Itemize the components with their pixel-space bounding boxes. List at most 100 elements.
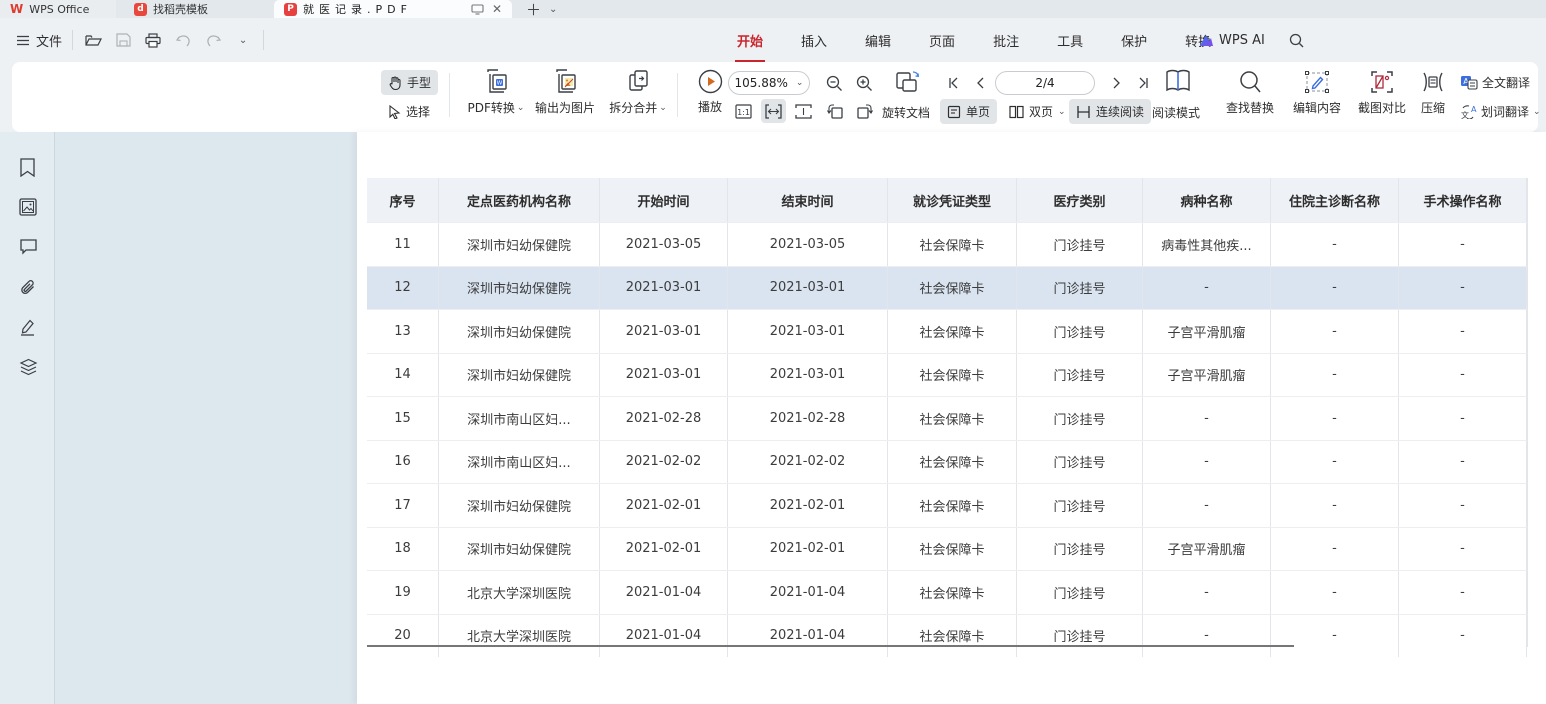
edit-content-icon (1304, 69, 1330, 95)
table-row[interactable]: 17深圳市妇幼保健院2021-02-012021-02-01社会保障卡门诊挂号-… (367, 483, 1527, 527)
double-page-button[interactable]: 双页 ⌄ (1002, 99, 1073, 124)
zoom-level-select[interactable]: 105.88% ⌄ (728, 71, 810, 95)
cursor-icon (388, 105, 401, 119)
fit-page-button[interactable] (791, 99, 816, 123)
column-header: 结束时间 (728, 178, 888, 222)
last-page-button[interactable] (1131, 71, 1156, 95)
read-mode-button[interactable]: 阅读模式 (1152, 104, 1200, 121)
table-cell: 2021-02-28 (728, 397, 888, 440)
find-replace-button[interactable]: 查找替换 (1220, 69, 1280, 116)
table-row[interactable]: 12深圳市妇幼保健院2021-03-012021-03-01社会保障卡门诊挂号-… (367, 266, 1527, 310)
table-cell: 2021-03-01 (728, 310, 888, 353)
table-cell: 门诊挂号 (1017, 441, 1143, 484)
save-button[interactable] (113, 30, 133, 50)
menu-protect[interactable]: 保护 (1119, 31, 1149, 50)
menu-bar: 文件 ⌄ 开始 插入 编辑 页面 批注 工具 保护 转换 (0, 18, 1546, 62)
hand-icon (388, 76, 402, 90)
menu-home[interactable]: 开始 (735, 31, 765, 50)
full-translate-button[interactable]: A 全文翻译 (1460, 74, 1530, 91)
play-button[interactable]: 播放 (684, 69, 736, 115)
first-page-button[interactable] (940, 71, 965, 95)
menu-page[interactable]: 页面 (927, 31, 957, 50)
table-cell: 深圳市南山区妇... (439, 441, 600, 484)
new-tab-icon[interactable]: ＋ (526, 0, 541, 20)
column-header: 序号 (367, 178, 439, 222)
table-cell: 社会保障卡 (888, 267, 1017, 310)
open-file-button[interactable] (83, 30, 103, 50)
actual-size-button[interactable]: 1:1 (731, 99, 756, 123)
table-cell: 深圳市妇幼保健院 (439, 223, 600, 266)
tab-list-chevron-icon[interactable]: ⌄ (549, 4, 557, 15)
table-row[interactable]: 19北京大学深圳医院2021-01-042021-01-04社会保障卡门诊挂号-… (367, 570, 1527, 614)
table-cell: 2021-02-02 (600, 441, 728, 484)
table-row[interactable]: 14深圳市妇幼保健院2021-03-012021-03-01社会保障卡门诊挂号子… (367, 353, 1527, 397)
column-header: 定点医药机构名称 (439, 178, 600, 222)
hand-tool-button[interactable]: 手型 (381, 70, 438, 95)
tab-document-active[interactable]: P 就医记录.PDF ✕ (274, 0, 512, 18)
split-merge-icon (626, 69, 650, 95)
zoom-in-button[interactable] (852, 71, 877, 95)
table-row[interactable]: 13深圳市妇幼保健院2021-03-012021-03-01社会保障卡门诊挂号子… (367, 309, 1527, 353)
continuous-read-button[interactable]: 连续阅读 (1069, 99, 1151, 124)
table-cell: 2021-01-04 (728, 615, 888, 658)
menu-edit[interactable]: 编辑 (863, 31, 893, 50)
menu-insert[interactable]: 插入 (799, 31, 829, 50)
redo-button[interactable] (203, 30, 223, 50)
edit-content-button[interactable]: 编辑内容 (1287, 69, 1347, 116)
column-header: 医疗类别 (1017, 178, 1143, 222)
single-page-button[interactable]: 单页 (940, 99, 997, 124)
compress-button[interactable]: 压缩 (1410, 69, 1456, 116)
attachment-panel-icon[interactable] (19, 278, 37, 296)
table-row[interactable]: 20北京大学深圳医院2021-01-042021-01-04社会保障卡门诊挂号-… (367, 614, 1527, 658)
table-cell: - (1143, 571, 1271, 614)
table-row[interactable]: 18深圳市妇幼保健院2021-02-012021-02-01社会保障卡门诊挂号子… (367, 527, 1527, 571)
table-cell: 社会保障卡 (888, 615, 1017, 658)
divider (677, 73, 678, 117)
close-tab-icon[interactable]: ✕ (492, 3, 502, 15)
table-cell: 18 (367, 528, 439, 571)
bookmark-icon[interactable] (19, 158, 37, 176)
pdf-convert-button[interactable]: W PDF转换⌄ (458, 69, 534, 116)
print-button[interactable] (143, 30, 163, 50)
signature-panel-icon[interactable] (19, 318, 37, 336)
comments-panel-icon[interactable] (19, 238, 37, 256)
screenshot-compare-button[interactable]: 截图对比 (1352, 69, 1412, 116)
tab-wps-office[interactable]: W WPS Office (0, 0, 116, 18)
rotate-document-button[interactable]: 旋转文档 (882, 104, 930, 121)
rotate-document-icon[interactable] (894, 70, 922, 96)
tab-docer-templates[interactable]: d 找稻壳模板 (124, 0, 262, 18)
layers-panel-icon[interactable] (19, 358, 37, 376)
page-number-input[interactable]: 2/4 (995, 71, 1095, 95)
more-actions-chevron-icon[interactable]: ⌄ (233, 30, 253, 50)
read-mode-icon[interactable] (1164, 68, 1192, 94)
wps-ai-button[interactable]: WPS AI (1198, 33, 1265, 48)
table-cell: 2021-03-01 (728, 354, 888, 397)
undo-button[interactable] (173, 30, 193, 50)
window-tab-bar: W WPS Office d 找稻壳模板 P 就医记录.PDF ✕ ＋ ⌄ (0, 0, 1546, 18)
fit-width-button[interactable] (761, 99, 786, 123)
table-row[interactable]: 16深圳市南山区妇...2021-02-022021-02-02社会保障卡门诊挂… (367, 440, 1527, 484)
word-translate-button[interactable]: A文 划词翻译 ⌄ (1460, 103, 1541, 120)
table-cell: - (1399, 397, 1527, 440)
search-icon[interactable] (1287, 30, 1307, 50)
menu-comment[interactable]: 批注 (991, 31, 1021, 50)
pdf-page[interactable]: 序号定点医药机构名称开始时间结束时间就诊凭证类型医疗类别病种名称住院主诊断名称手… (357, 132, 1546, 704)
split-merge-button[interactable]: 拆分合并⌄ (602, 69, 674, 116)
table-header-row: 序号定点医药机构名称开始时间结束时间就诊凭证类型医疗类别病种名称住院主诊断名称手… (367, 178, 1527, 222)
rotate-right-button[interactable] (852, 99, 877, 123)
thumbnail-panel-icon[interactable] (19, 198, 37, 216)
next-page-button[interactable] (1104, 71, 1129, 95)
select-tool-button[interactable]: 选择 (381, 99, 437, 124)
table-cell: 门诊挂号 (1017, 528, 1143, 571)
file-menu-button[interactable]: 文件 (16, 31, 62, 50)
rotate-left-button[interactable] (822, 99, 847, 123)
table-row[interactable]: 11深圳市妇幼保健院2021-03-052021-03-05社会保障卡门诊挂号病… (367, 222, 1527, 266)
export-image-button[interactable]: 输出为图片 (530, 69, 600, 116)
menu-tools[interactable]: 工具 (1055, 31, 1085, 50)
present-to-screen-icon[interactable] (471, 4, 484, 15)
previous-page-button[interactable] (967, 71, 992, 95)
table-cell: - (1271, 571, 1399, 614)
table-cell: - (1271, 223, 1399, 266)
zoom-out-button[interactable] (822, 71, 847, 95)
table-row[interactable]: 15深圳市南山区妇...2021-02-282021-02-28社会保障卡门诊挂… (367, 396, 1527, 440)
